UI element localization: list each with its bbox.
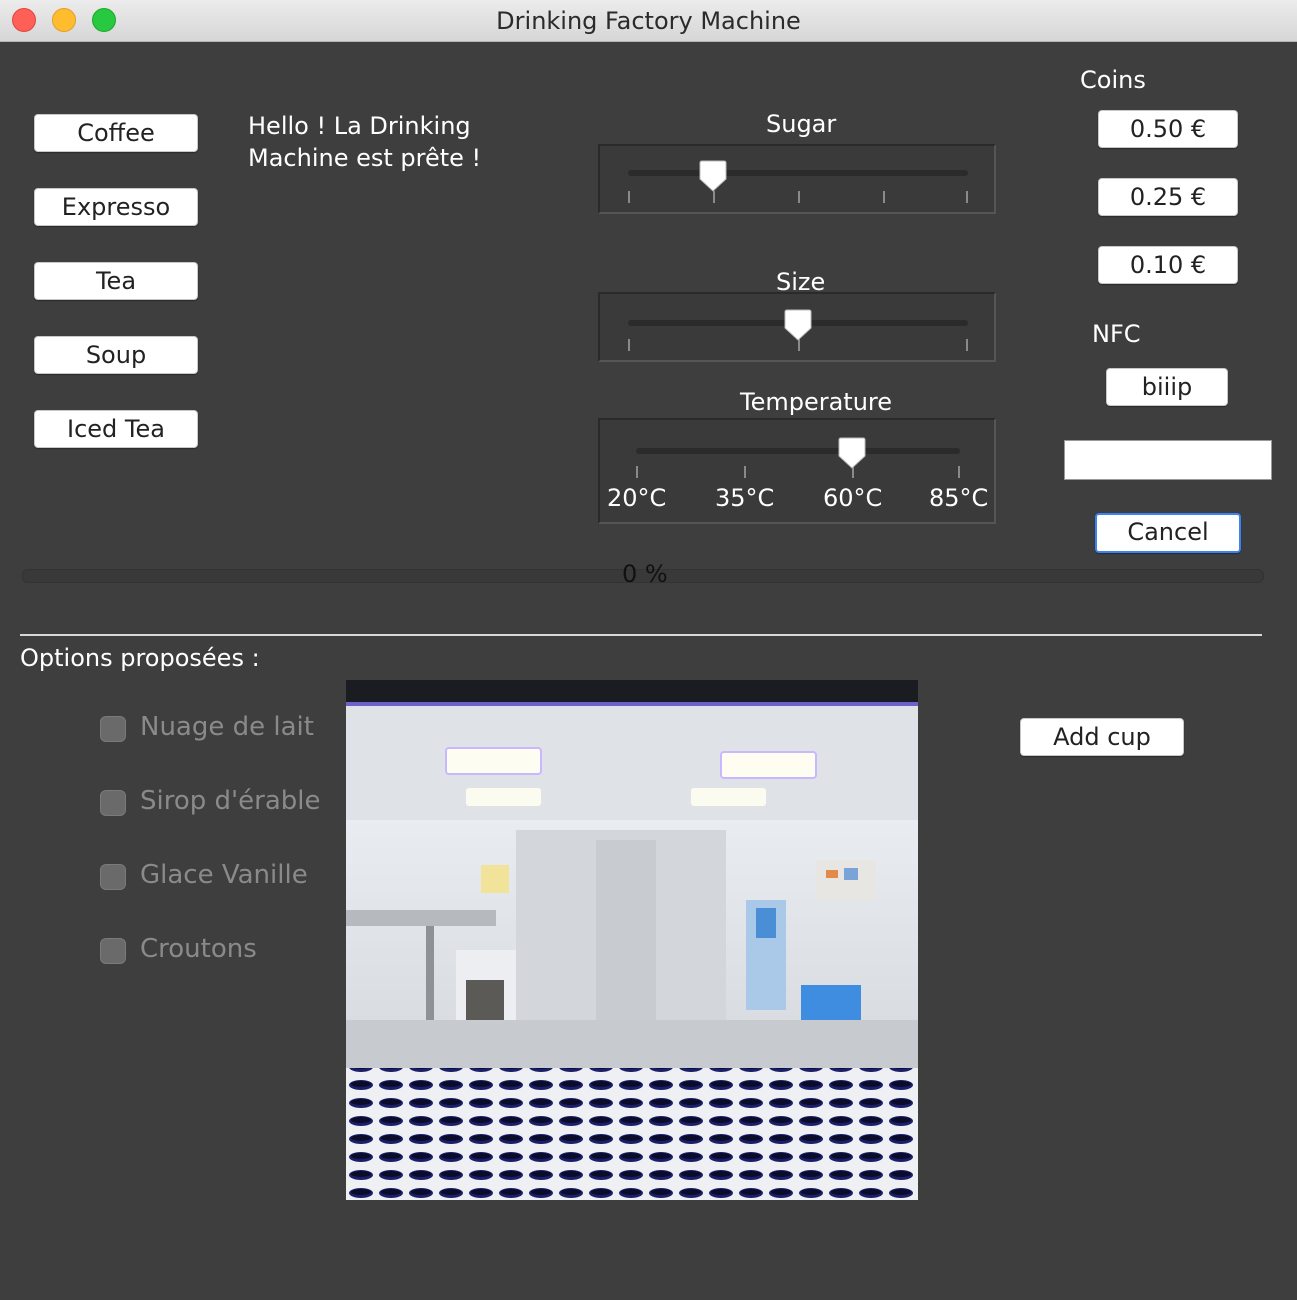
temperature-tick-label: 85°C	[929, 484, 989, 512]
nfc-card-input[interactable]	[1064, 440, 1272, 480]
coins-label: Coins	[1080, 66, 1146, 94]
window-title: Drinking Factory Machine	[496, 7, 801, 35]
status-message-line1: Hello ! La Drinking	[248, 112, 471, 140]
size-slider[interactable]	[598, 292, 996, 362]
progress-text: 0 %	[622, 560, 668, 588]
coin-050-button[interactable]: 0.50 €	[1098, 110, 1238, 148]
temperature-label: Temperature	[740, 388, 893, 416]
option-label: Sirop d'érable	[140, 786, 321, 816]
temperature-slider-thumb[interactable]	[837, 436, 867, 470]
temperature-tick-label: 35°C	[715, 484, 775, 512]
temperature-tick-label: 60°C	[823, 484, 883, 512]
sugar-slider-thumb[interactable]	[698, 159, 728, 193]
expresso-button[interactable]: Expresso	[34, 188, 198, 226]
soup-button[interactable]: Soup	[34, 336, 198, 374]
option-label: Glace Vanille	[140, 860, 308, 890]
coin-010-button[interactable]: 0.10 €	[1098, 246, 1238, 284]
nfc-biiip-button[interactable]: biiip	[1106, 368, 1228, 406]
temperature-tick-label: 20°C	[607, 484, 667, 512]
option-checkbox[interactable]	[100, 864, 126, 890]
iced-tea-button[interactable]: Iced Tea	[34, 410, 198, 448]
title-bar: Drinking Factory Machine	[0, 0, 1297, 42]
status-message-line2: Machine est prête !	[248, 144, 482, 172]
option-checkbox[interactable]	[100, 938, 126, 964]
separator	[20, 634, 1262, 636]
size-slider-thumb[interactable]	[783, 308, 813, 342]
option-checkbox[interactable]	[100, 716, 126, 742]
status-message: Hello ! La Drinking Machine est prête !	[248, 110, 568, 174]
camera-scene	[346, 680, 918, 1200]
cancel-button[interactable]: Cancel	[1095, 513, 1241, 553]
option-checkbox[interactable]	[100, 790, 126, 816]
sugar-label: Sugar	[766, 110, 837, 138]
camera-image	[346, 680, 918, 1200]
coffee-button[interactable]: Coffee	[34, 114, 198, 152]
temperature-slider[interactable]: 20°C 35°C 60°C 85°C	[598, 418, 996, 524]
tea-button[interactable]: Tea	[34, 262, 198, 300]
option-label: Croutons	[140, 934, 257, 964]
nfc-label: NFC	[1092, 320, 1141, 348]
add-cup-button[interactable]: Add cup	[1020, 718, 1184, 756]
option-label: Nuage de lait	[140, 712, 314, 742]
options-title: Options proposées :	[20, 644, 260, 672]
coin-025-button[interactable]: 0.25 €	[1098, 178, 1238, 216]
sugar-slider[interactable]	[598, 144, 996, 214]
